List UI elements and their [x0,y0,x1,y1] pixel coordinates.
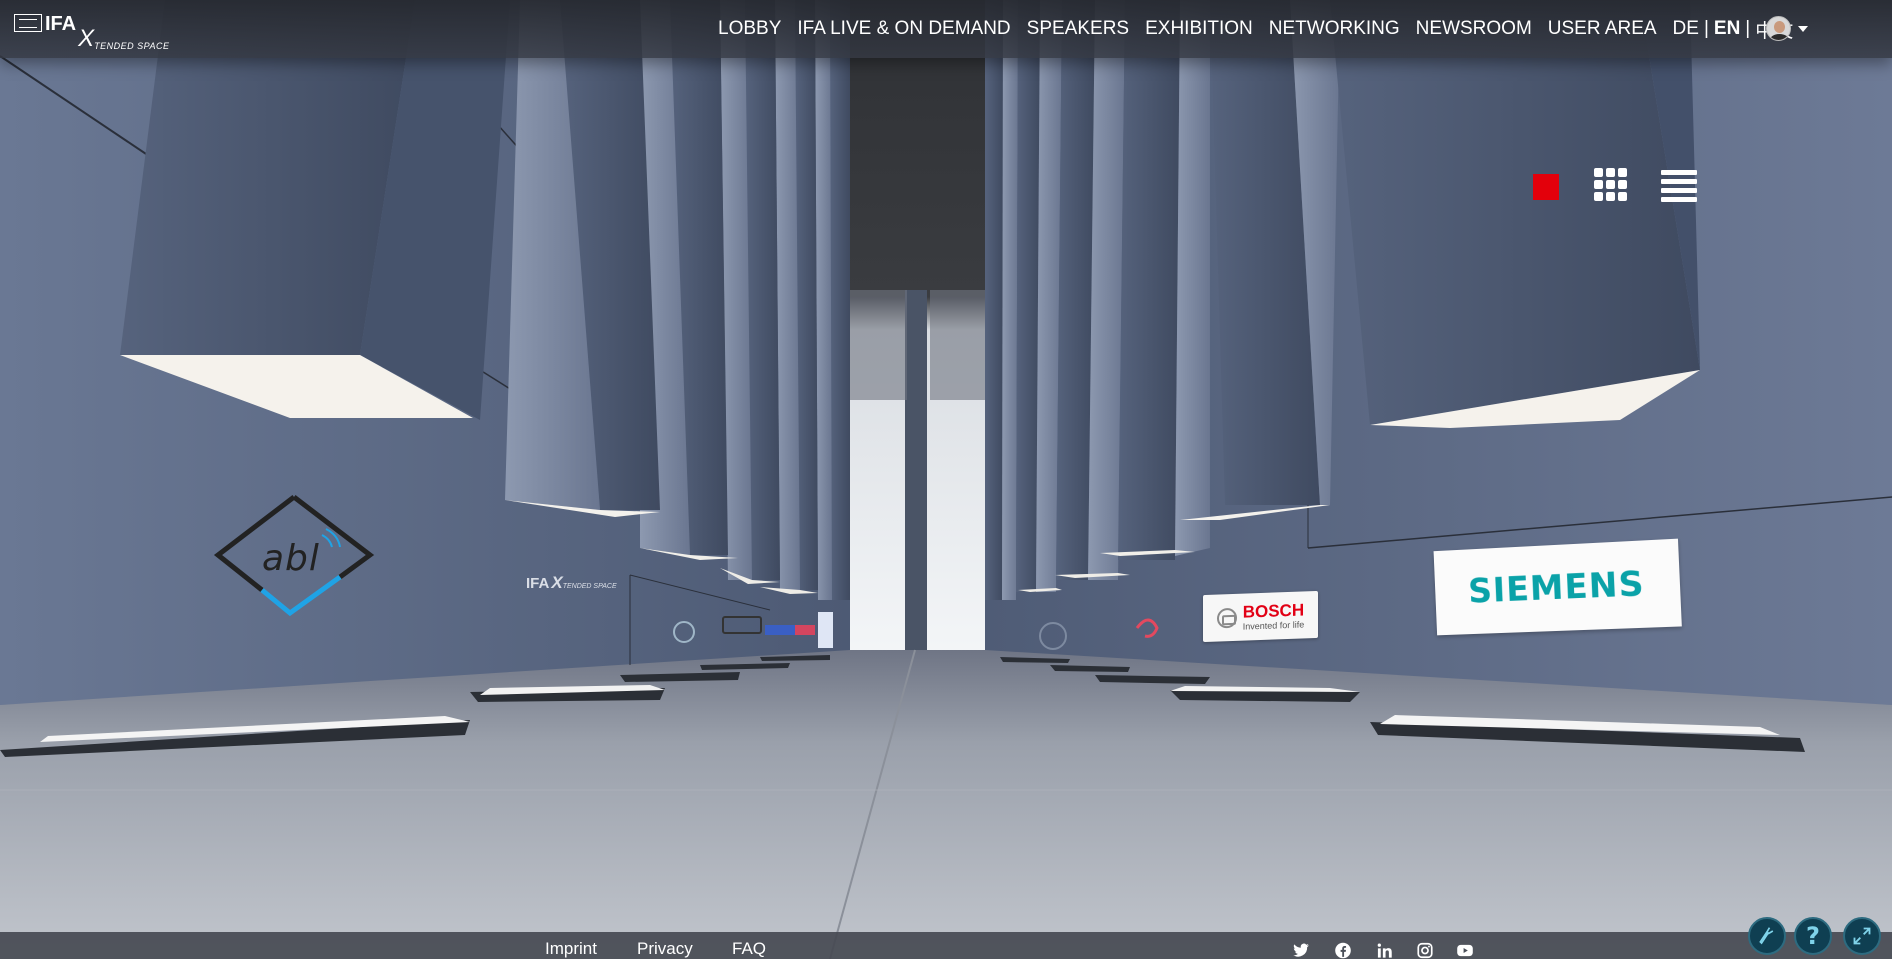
grid-cell [1594,180,1603,189]
lang-en[interactable]: EN [1714,18,1740,40]
grid-cell [1606,192,1615,201]
tools-button[interactable] [1748,917,1786,955]
ifa-wall-sign: IFA XTENDED SPACE [526,573,617,593]
fullscreen-button[interactable] [1843,917,1881,955]
youtube-icon[interactable] [1456,942,1474,959]
nav-user-area[interactable]: USER AREA [1548,18,1657,40]
facebook-icon[interactable] [1334,942,1352,959]
grid-cell [1594,192,1603,201]
bosch-name: BOSCH [1242,599,1305,622]
grid-view-icon[interactable] [1594,168,1627,202]
grid-cell [1618,180,1627,189]
brand-x: X [78,25,95,52]
footer-bar: Imprint Privacy FAQ [0,932,1892,959]
list-line [1661,170,1697,175]
nav-exhibition[interactable]: EXHIBITION [1145,18,1253,40]
siemens-name: SIEMENS [1467,563,1646,612]
list-line [1661,179,1697,184]
abl-exhibitor-logo[interactable]: abl [212,495,376,625]
linkedin-icon[interactable] [1376,942,1394,959]
nav-lobby[interactable]: LOBBY [718,18,781,40]
list-line [1661,188,1697,193]
nav-newsroom[interactable]: NEWSROOM [1416,18,1532,40]
brand-name: IFA [45,13,77,35]
bosch-tagline: Invented for life [1242,618,1305,632]
list-view-icon[interactable] [1661,170,1697,202]
bosch-exhibitor-logo[interactable]: BOSCH Invented for life [1203,590,1318,643]
list-line [1661,197,1697,202]
footer-imprint-link[interactable]: Imprint [545,939,597,959]
nav-ifa-live-on-demand[interactable]: IFA LIVE & ON DEMAND [797,18,1010,40]
twitter-icon[interactable] [1292,942,1310,959]
grid-cell [1606,180,1615,189]
top-navigation-bar: IFA X TENDED SPACE LOBBY IFA LIVE & ON D… [0,0,1892,58]
grid-cell [1618,168,1627,177]
avatar [1766,16,1791,41]
bosch-armature-icon [1216,607,1237,629]
main-nav: LOBBY IFA LIVE & ON DEMAND SPEAKERS EXHI… [712,0,1793,58]
lang-separator: | [1745,18,1751,39]
fullscreen-icon [1853,927,1871,945]
user-menu[interactable] [1766,16,1808,41]
ifa-wall-sign-x: X [551,573,563,592]
footer-privacy-link[interactable]: Privacy [637,939,693,959]
lang-de[interactable]: DE [1673,18,1699,40]
grid-cell [1618,192,1627,201]
brand-subtitle: TENDED SPACE [94,41,170,51]
help-button[interactable]: ? [1794,917,1832,955]
help-icon: ? [1806,922,1820,950]
ifa-xtended-space-logo[interactable]: IFA X TENDED SPACE [14,13,170,52]
instagram-icon[interactable] [1416,942,1434,959]
siemens-exhibitor-logo[interactable]: SIEMENS [1433,538,1682,636]
chevron-down-icon [1798,25,1808,32]
ifa-wall-sign-name: IFA [526,575,550,592]
exhibition-hall-3d-scene[interactable]: abl IFA XTENDED SPACE BOSCH Invented for … [0,0,1892,959]
nav-speakers[interactable]: SPEAKERS [1027,18,1129,40]
ifa-emblem-icon [14,14,42,32]
grid-cell [1594,168,1603,177]
ifa-wall-sign-subtitle: TENDED SPACE [562,583,617,590]
view-3d-button[interactable] [1533,174,1559,200]
abl-logo-text: abl [262,538,320,579]
tools-icon [1759,927,1774,945]
bosch-text-group: BOSCH Invented for life [1242,599,1305,632]
footer-faq-link[interactable]: FAQ [732,939,766,959]
grid-cell [1606,168,1615,177]
lang-separator: | [1703,18,1709,39]
nav-networking[interactable]: NETWORKING [1269,18,1400,40]
hall-graphics [0,0,1892,959]
